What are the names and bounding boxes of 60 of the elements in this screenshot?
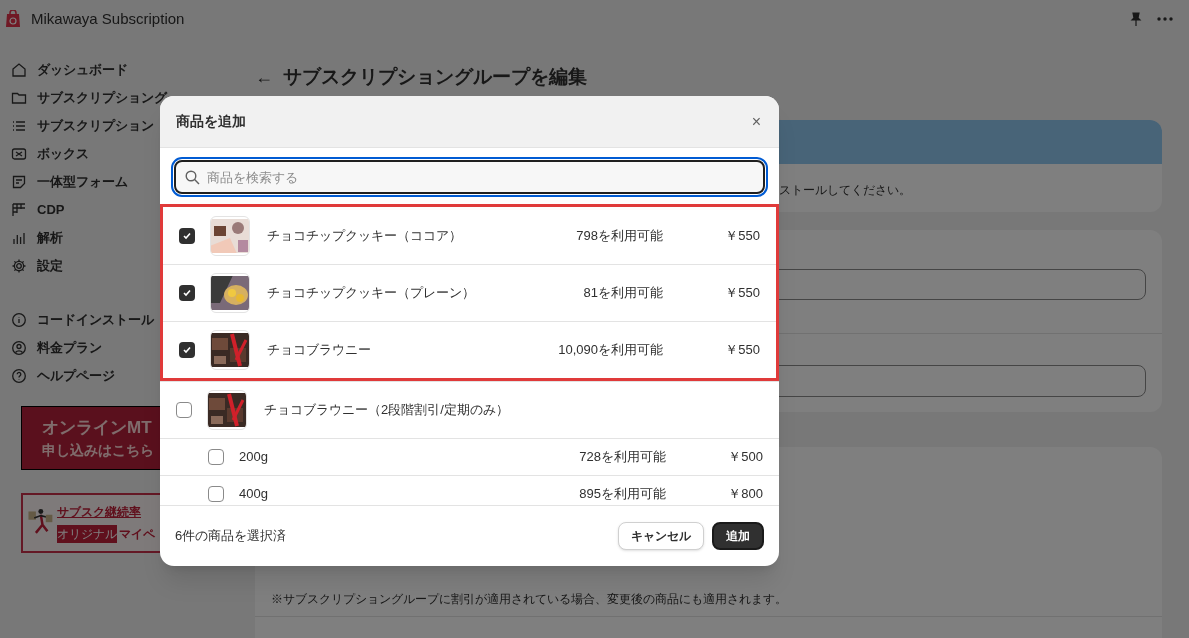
- variant-name: 200g: [239, 448, 269, 467]
- page-title: サブスクリプショングループを編集: [283, 65, 587, 89]
- checkbox[interactable]: [208, 486, 224, 502]
- back-button[interactable]: ←: [255, 63, 273, 91]
- promo-link[interactable]: サブスク継続率: [57, 503, 155, 521]
- variant-row[interactable]: 400g 895を利用可能 ￥800: [160, 475, 779, 505]
- app-logo-icon: [5, 10, 21, 28]
- nav-item[interactable]: ダッシュボード: [11, 56, 225, 84]
- variant-row[interactable]: 200g 728を利用可能 ￥500: [160, 438, 779, 475]
- folder-icon: [11, 90, 27, 106]
- stock-text: 798を利用可能: [576, 226, 663, 245]
- product-name: チョコブラウニー: [267, 341, 372, 360]
- dialog-title: 商品を追加: [176, 112, 246, 131]
- product-row[interactable]: チョコブラウニー（2段階割引/定期のみ）: [160, 381, 779, 438]
- promo-badge: オリジナル: [57, 525, 117, 543]
- stock-text: 10,090を利用可能: [558, 341, 663, 360]
- grid-icon: [11, 202, 27, 218]
- app-title: Mikawaya Subscription: [31, 8, 185, 29]
- checkbox[interactable]: [179, 342, 195, 358]
- more-icon[interactable]: [1157, 17, 1173, 21]
- checkbox[interactable]: [176, 402, 192, 418]
- help-icon: [11, 368, 27, 384]
- search-field[interactable]: 商品を検索する: [174, 160, 765, 194]
- discount-note: ※サブスクリプショングループに割引が適用されている場合、変更後の商品にも適用されます。: [271, 591, 787, 606]
- pin-icon[interactable]: [1129, 12, 1143, 26]
- add-button[interactable]: 追加: [712, 522, 764, 550]
- notice-text: ストールしてください。: [779, 182, 911, 197]
- checkbox[interactable]: [208, 449, 224, 465]
- banner-text: 申し込みはこちら: [42, 441, 154, 461]
- info-icon: [11, 312, 27, 328]
- price-text: ￥550: [724, 226, 760, 245]
- form-icon: [11, 174, 27, 190]
- banner-text: オンラインMT: [42, 416, 152, 439]
- search-icon: [185, 170, 200, 185]
- user-icon: [11, 340, 27, 356]
- price-text: ￥800: [727, 485, 763, 504]
- nav-item[interactable]: サブスクリプショング: [11, 84, 225, 112]
- bar-chart-icon: [11, 230, 27, 246]
- checkmark-icon: [182, 288, 192, 298]
- stock-text: 81を利用可能: [583, 284, 663, 303]
- promo-text: マイペ: [119, 526, 155, 543]
- settings-icon: [11, 258, 27, 274]
- checkmark-icon: [182, 345, 192, 355]
- variant-name: 400g: [239, 485, 269, 504]
- product-name: チョコチップクッキー（プレーン）: [267, 284, 476, 303]
- close-button[interactable]: ×: [749, 109, 763, 134]
- cancel-button[interactable]: キャンセル: [618, 522, 704, 550]
- checkbox[interactable]: [179, 227, 195, 244]
- price-text: ￥550: [724, 341, 760, 360]
- home-icon: [11, 62, 27, 78]
- box-icon: [11, 146, 27, 162]
- list-icon: [11, 118, 27, 134]
- product-name: チョコブラウニー（2段階割引/定期のみ）: [264, 401, 510, 420]
- product-name: チョコチップクッキー（ココア）: [267, 226, 463, 245]
- price-text: ￥500: [727, 448, 763, 467]
- checkmark-icon: [182, 230, 192, 241]
- stock-text: 728を利用可能: [579, 448, 666, 467]
- price-text: ￥550: [724, 284, 760, 303]
- checkbox[interactable]: [179, 285, 195, 301]
- stock-text: 895を利用可能: [579, 485, 666, 504]
